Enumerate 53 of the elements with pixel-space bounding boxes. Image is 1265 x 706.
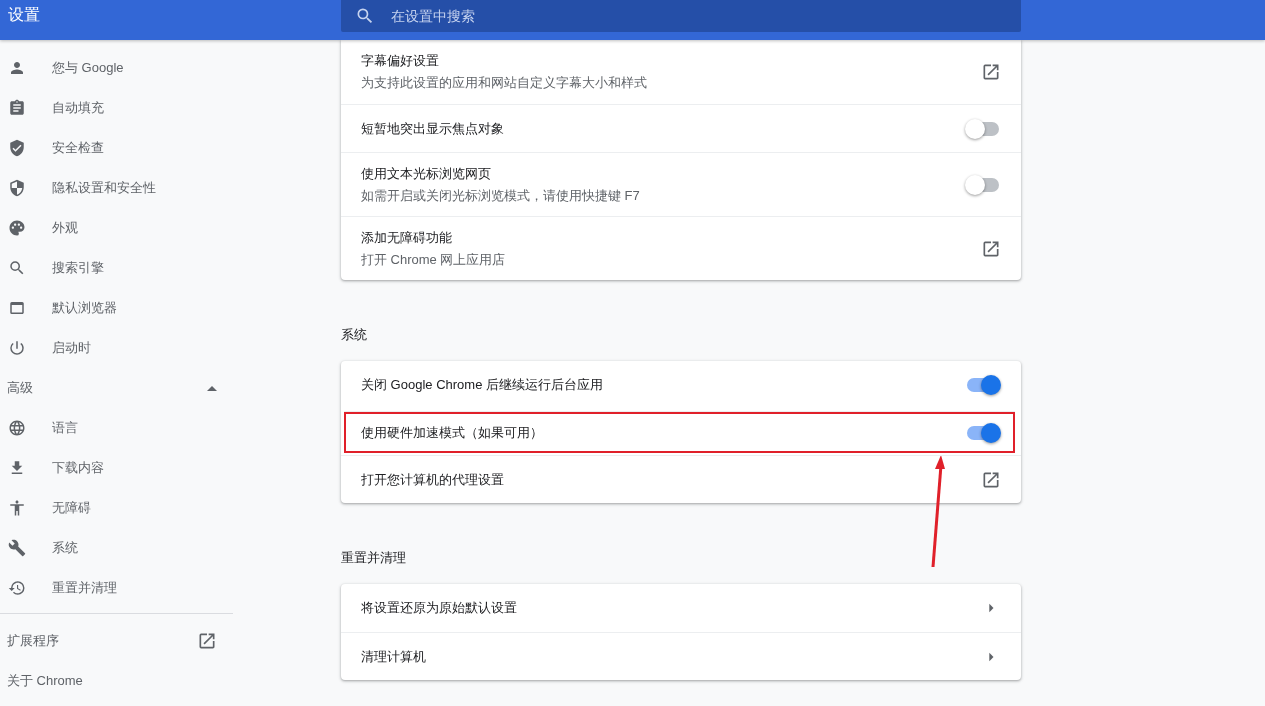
advanced-toggle[interactable]: 高级 (0, 368, 233, 408)
setting-title: 关闭 Google Chrome 后继续运行后台应用 (361, 376, 603, 394)
shield-icon (8, 179, 26, 197)
sidebar-item[interactable]: 您与 Google (52, 59, 124, 77)
sidebar-item[interactable]: 默认浏览器 (52, 299, 117, 317)
history-icon (8, 579, 26, 597)
setting-title: 字幕偏好设置 (361, 52, 440, 70)
clipboard-icon (8, 99, 26, 117)
setting-title: 打开您计算机的代理设置 (361, 470, 504, 489)
search-input[interactable]: 在设置中搜索 (389, 7, 1021, 25)
toggle-switch[interactable] (965, 174, 1001, 195)
search-field[interactable]: 在设置中搜索 (341, 0, 1021, 32)
search-icon (355, 6, 375, 26)
sidebar-item[interactable]: 下载内容 (52, 459, 104, 477)
caret-up-icon (207, 385, 217, 391)
browser-window-icon (8, 299, 26, 317)
setting-title: 清理计算机 (361, 647, 426, 666)
sidebar-item[interactable]: 隐私设置和安全性 (52, 179, 156, 197)
palette-icon (8, 219, 26, 237)
sidebar-link[interactable]: 关于 Chrome (7, 672, 83, 690)
search-icon (8, 259, 26, 277)
sidebar-item[interactable]: 自动填充 (52, 99, 104, 117)
sidebar-item[interactable]: 语言 (52, 419, 78, 437)
setting-title: 短暂地突出显示焦点对象 (361, 119, 504, 138)
toggle-switch[interactable] (965, 118, 1001, 139)
setting-title: 添加无障碍功能 (361, 228, 453, 247)
section-title: 系统 (341, 326, 368, 344)
sidebar-item[interactable]: 搜索引擎 (52, 259, 104, 277)
wrench-icon (8, 539, 26, 557)
sidebar-link[interactable]: 扩展程序 (7, 632, 59, 650)
power-icon (8, 339, 26, 357)
setting-title: 使用硬件加速模式（如果可用） (361, 423, 543, 442)
sidebar-item[interactable]: 无障碍 (52, 499, 91, 517)
open-in-new-icon[interactable] (981, 62, 1001, 82)
person-icon (8, 59, 26, 77)
toggle-switch[interactable] (965, 375, 1001, 395)
sidebar-item[interactable]: 外观 (52, 219, 78, 237)
open-in-new-icon[interactable] (197, 631, 217, 651)
globe-icon (8, 419, 26, 437)
toggle-switch[interactable] (965, 422, 1001, 443)
sidebar-item[interactable]: 系统 (52, 539, 78, 557)
sidebar-item[interactable]: 安全检查 (52, 139, 104, 157)
setting-title: 将设置还原为原始默认设置 (361, 599, 517, 617)
shield-check-icon (8, 139, 26, 157)
sidebar-item[interactable]: 启动时 (52, 339, 91, 357)
setting-description: 如需开启或关闭光标浏览模式，请使用快捷键 F7 (361, 186, 640, 205)
section-title: 重置并清理 (341, 549, 407, 567)
setting-description: 为支持此设置的应用和网站自定义字幕大小和样式 (361, 74, 647, 92)
setting-title: 使用文本光标浏览网页 (361, 164, 492, 183)
page-title: 设置 (7, 5, 41, 25)
sidebar-item[interactable]: 重置并清理 (52, 579, 117, 597)
accessibility-icon (8, 499, 26, 517)
setting-description: 打开 Chrome 网上应用店 (361, 250, 506, 269)
